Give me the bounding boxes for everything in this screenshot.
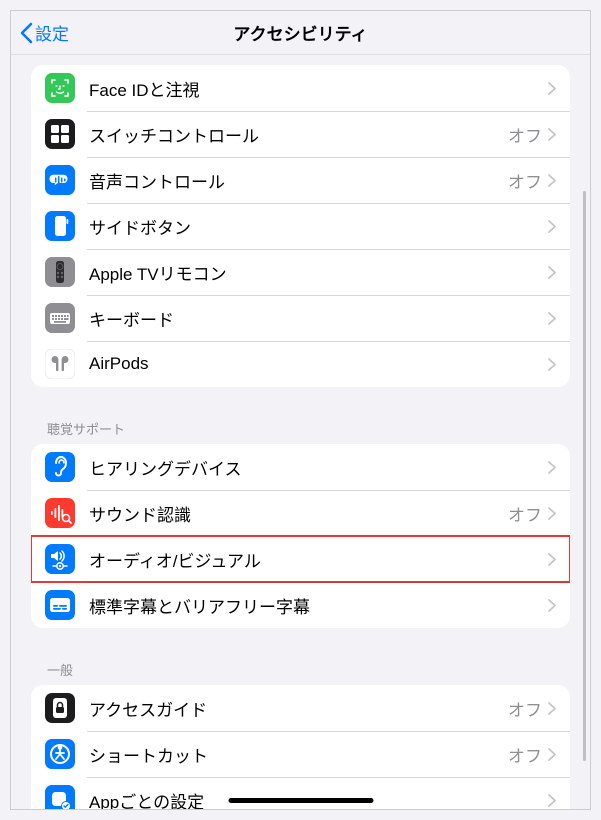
row-label: アクセスガイド [89, 696, 508, 721]
row-label: AirPods [89, 354, 548, 374]
row-label: ヒアリングデバイス [89, 455, 548, 480]
sound-recognition-icon [45, 498, 75, 528]
airpods-icon [45, 349, 75, 379]
page-title: アクセシビリティ [233, 20, 367, 45]
back-button[interactable]: 設定 [19, 20, 69, 45]
row-status: オフ [508, 168, 542, 193]
row-status: オフ [508, 501, 542, 526]
settings-row-side-button[interactable]: サイドボタン [31, 203, 570, 249]
chevron-right-icon [548, 358, 556, 371]
row-label: サイドボタン [89, 214, 548, 239]
chevron-right-icon [548, 553, 556, 566]
settings-row-subtitles[interactable]: 標準字幕とバリアフリー字幕 [31, 582, 570, 628]
settings-row-voice-control[interactable]: 音声コントロールオフ [31, 157, 570, 203]
settings-list: Face IDと注視 スイッチコントロールオフ 音声コントロールオフ サイドボタ… [31, 65, 570, 387]
settings-row-shortcut[interactable]: ショートカットオフ [31, 731, 570, 777]
settings-list: ヒアリングデバイス サウンド認識オフ オーディオ/ビジュアル 標準字幕とバリアフ… [31, 444, 570, 628]
row-label: オーディオ/ビジュアル [89, 547, 548, 572]
chevron-right-icon [548, 220, 556, 233]
navbar: 設定 アクセシビリティ [11, 11, 590, 55]
side-button-icon [45, 211, 75, 241]
row-label: Face IDと注視 [89, 76, 548, 101]
back-label: 設定 [35, 20, 69, 45]
chevron-left-icon [19, 22, 33, 44]
keyboard-icon [45, 303, 75, 333]
row-label: Apple TVリモコン [89, 260, 548, 285]
chevron-right-icon [548, 702, 556, 715]
row-label: 音声コントロール [89, 168, 508, 193]
chevron-right-icon [548, 312, 556, 325]
settings-row-per-app[interactable]: Appごとの設定 [31, 777, 570, 810]
row-label: キーボード [89, 306, 548, 331]
settings-content: Face IDと注視 スイッチコントロールオフ 音声コントロールオフ サイドボタ… [11, 65, 590, 810]
chevron-right-icon [548, 82, 556, 95]
audio-visual-icon [45, 544, 75, 574]
chevron-right-icon [548, 507, 556, 520]
chevron-right-icon [548, 794, 556, 807]
chevron-right-icon [548, 599, 556, 612]
settings-row-hearing-devices[interactable]: ヒアリングデバイス [31, 444, 570, 490]
per-app-icon [45, 785, 75, 810]
settings-row-apple-tv[interactable]: Apple TVリモコン [31, 249, 570, 295]
face-id-icon [45, 73, 75, 103]
row-label: ショートカット [89, 742, 508, 767]
switch-control-icon [45, 119, 75, 149]
settings-row-keyboard[interactable]: キーボード [31, 295, 570, 341]
home-indicator[interactable] [228, 798, 373, 803]
guided-access-icon [45, 693, 75, 723]
row-label: 標準字幕とバリアフリー字幕 [89, 593, 548, 618]
scrollbar[interactable] [583, 191, 586, 761]
chevron-right-icon [548, 174, 556, 187]
shortcut-icon [45, 739, 75, 769]
settings-row-sound-recognition[interactable]: サウンド認識オフ [31, 490, 570, 536]
row-status: オフ [508, 122, 542, 147]
apple-tv-remote-icon [45, 257, 75, 287]
section-header: 一般 [31, 638, 570, 685]
chevron-right-icon [548, 128, 556, 141]
settings-row-airpods[interactable]: AirPods [31, 341, 570, 387]
settings-row-switch-control[interactable]: スイッチコントロールオフ [31, 111, 570, 157]
chevron-right-icon [548, 266, 556, 279]
settings-row-face-id[interactable]: Face IDと注視 [31, 65, 570, 111]
subtitles-icon [45, 590, 75, 620]
chevron-right-icon [548, 461, 556, 474]
settings-list: アクセスガイドオフ ショートカットオフ Appごとの設定 [31, 685, 570, 810]
row-status: オフ [508, 742, 542, 767]
section-header: 聴覚サポート [31, 397, 570, 444]
row-status: オフ [508, 696, 542, 721]
row-label: サウンド認識 [89, 501, 508, 526]
settings-row-guided-access[interactable]: アクセスガイドオフ [31, 685, 570, 731]
phone-frame: 設定 アクセシビリティ Face IDと注視 スイッチコントロールオフ 音声コン… [10, 10, 591, 810]
ear-icon [45, 452, 75, 482]
row-label: スイッチコントロール [89, 122, 508, 147]
settings-row-audio-visual[interactable]: オーディオ/ビジュアル [31, 536, 570, 582]
chevron-right-icon [548, 748, 556, 761]
voice-control-icon [45, 165, 75, 195]
